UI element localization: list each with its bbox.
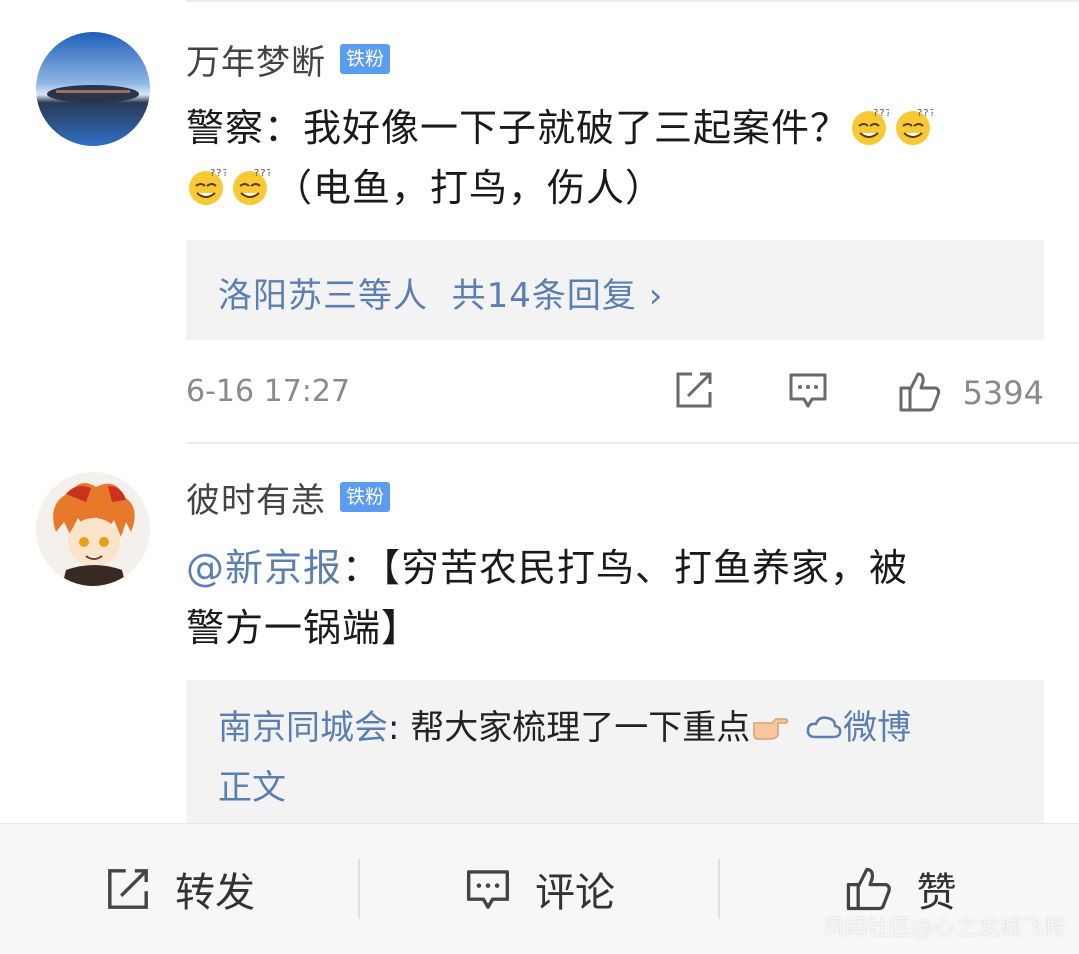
username[interactable]: 彼时有恙 — [186, 473, 326, 522]
comment-icon[interactable] — [786, 368, 830, 416]
fan-badge[interactable]: 铁粉 — [340, 44, 391, 74]
repost-icon — [108, 869, 148, 909]
replies-link[interactable]: 洛阳苏三等人 共14条回复 › — [218, 268, 663, 317]
fan-badge[interactable]: 铁粉 — [340, 482, 391, 512]
comment-label: 评论 — [535, 870, 615, 916]
comment-icon — [466, 870, 510, 909]
avatar[interactable] — [36, 472, 150, 586]
comment-button[interactable]: 评论 — [360, 824, 718, 954]
comment-meta: 6-16 17:27 5394 — [186, 368, 1044, 418]
svg-text:???: ??? — [254, 168, 270, 179]
repost-label: 转发 — [175, 870, 255, 916]
dizzy-smile-emoji-icon: ??? — [849, 104, 891, 145]
avatar[interactable] — [36, 32, 150, 146]
top-divider — [186, 0, 1079, 2]
dizzy-smile-emoji-icon: ??? — [186, 164, 228, 205]
dizzy-smile-emoji-icon: ??? — [230, 164, 272, 205]
username[interactable]: 万年梦断 — [186, 35, 326, 84]
repost-button[interactable]: 转发 — [0, 824, 358, 954]
replies-box[interactable]: 洛阳苏三等人 共14条回复 › — [186, 240, 1044, 340]
weibo-cloud-icon — [805, 704, 843, 760]
svg-text:???: ??? — [873, 108, 889, 119]
quote-text: 南京同城会: 帮大家梳理了一下重点 微博 正文 — [218, 700, 1024, 816]
comment-text: 警察：我好像一下子就破了三起案件？?????? ??????（电鱼，打鸟，伤人） — [186, 98, 1039, 218]
pointing-hand-emoji-icon — [750, 704, 794, 760]
svg-text:???: ??? — [210, 168, 226, 179]
repost-icon[interactable] — [672, 368, 716, 416]
comment-divider — [186, 442, 1079, 444]
like-icon[interactable] — [896, 368, 944, 420]
like-icon — [846, 867, 891, 911]
quote-author-link[interactable]: 南京同城会 — [218, 708, 388, 748]
like-count: 5394 — [962, 374, 1044, 412]
dizzy-smile-emoji-icon: ??? — [893, 104, 935, 145]
mention-link[interactable]: @新京报 — [186, 546, 342, 590]
quote-box[interactable]: 南京同城会: 帮大家梳理了一下重点 微博 正文 — [186, 680, 1044, 830]
comment-text: @新京报：【穷苦农民打鸟、打鱼养家，被 警方一锅端】 — [186, 546, 909, 650]
svg-text:???: ??? — [917, 108, 933, 119]
watermark: 风闻社区@心之龙城飞将 — [822, 916, 1065, 941]
timestamp: 6-16 17:27 — [186, 374, 351, 409]
